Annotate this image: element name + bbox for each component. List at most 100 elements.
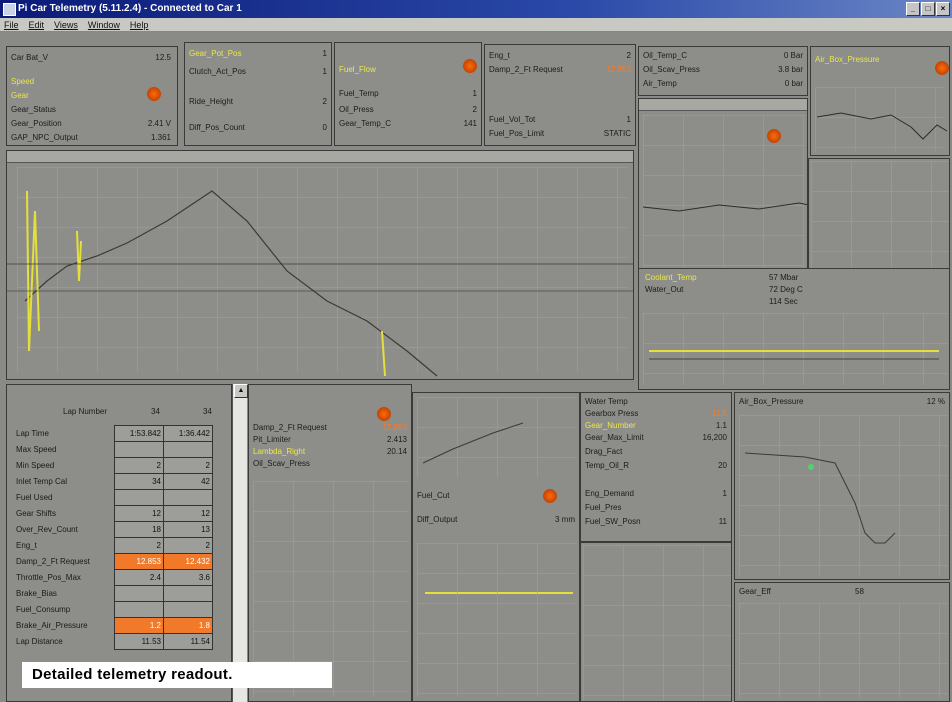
table-row: Max Speed: [14, 441, 213, 458]
row-label: Lap Distance: [16, 637, 63, 646]
row-label: Gear_Temp_C: [339, 119, 392, 128]
row-value: 2: [626, 51, 631, 60]
row-label: Gear_Position: [11, 119, 62, 128]
mini-trace: [816, 112, 948, 140]
row-value: 0 Bar: [783, 51, 803, 60]
row-label: Fuel_Consump: [16, 605, 71, 614]
panel-bottom-mid-1[interactable]: Damp_2_Ft Request 12.853 Pit_Limiter 2.4…: [248, 384, 412, 702]
panel-bottom-mid-3[interactable]: Water Temp Gearbox Press 11.5 Gear_Numbe…: [580, 392, 732, 542]
scroll-up-arrow[interactable]: ▲: [234, 384, 248, 398]
row-label: Lap Time: [16, 429, 49, 438]
row-label: Inlet Temp Cal: [16, 477, 67, 486]
row-label: Damp_2_Ft Request: [489, 65, 563, 74]
row-value-lap1: 1:53.842: [114, 425, 164, 442]
row-value-lap1: [114, 489, 164, 506]
graph-grid: [811, 161, 949, 277]
menu-window[interactable]: Window: [88, 18, 120, 31]
lap-table: Lap Time 1:53.842 1:36.442 Max Speed Min Spe…: [14, 425, 213, 650]
title-bar: Pi Car Telemetry (5.11.2.4) - Connected …: [0, 0, 952, 18]
table-row: Gear Shifts 12 12: [14, 505, 213, 522]
row-value: 12.5: [155, 53, 171, 62]
row-label: Temp_Oil_R: [585, 461, 630, 470]
row-label: Fuel_Vol_Tot: [489, 115, 536, 124]
row-label: Diff_Pos_Count: [189, 123, 245, 132]
row-label: Fuel_Pos_Limit: [489, 129, 545, 138]
row-value-lap1: 2: [114, 457, 164, 474]
row-label: Oil_Temp_C: [643, 51, 688, 60]
row-value: 0 bar: [784, 79, 803, 88]
row-value-lap2: 12.432: [163, 553, 213, 570]
row-label: Oil_Press: [339, 105, 374, 114]
minimize-button[interactable]: _: [906, 2, 920, 16]
row-label: Diff_Output: [417, 515, 458, 524]
close-button[interactable]: ×: [936, 2, 950, 16]
row-value-lap1: 1.2: [114, 617, 164, 634]
row-value-lap2: 1:36.442: [163, 425, 213, 442]
maximize-button[interactable]: □: [921, 2, 935, 16]
main-graph-panel[interactable]: [6, 150, 634, 380]
row-value: 2.413: [386, 435, 407, 444]
row-value: 2: [322, 97, 327, 106]
menu-help[interactable]: Help: [130, 18, 149, 31]
window-controls: _ □ ×: [906, 2, 950, 16]
panel-top-mid-2[interactable]: Fuel_Flow Fuel_Temp 1 Oil_Press 2 Gear_T…: [334, 42, 482, 146]
row-label: Clutch_Act_Pos: [189, 67, 246, 76]
row-value: 20.14: [386, 447, 407, 456]
panel-bottom-right-2[interactable]: Gear_Eff 58: [734, 582, 950, 702]
window-title: Pi Car Telemetry (5.11.2.4) - Connected …: [18, 3, 242, 14]
graph-grid: [417, 543, 577, 697]
row-value-lap1: [114, 441, 164, 458]
menu-views[interactable]: Views: [54, 18, 78, 31]
row-label: Drag_Fact: [585, 447, 623, 456]
row-value-lap1: 2.4: [114, 569, 164, 586]
panel-top-right-graph[interactable]: Air_Box_Pressure: [810, 46, 950, 156]
row-label: Eng_t: [489, 51, 510, 60]
row-label: Car Bat_V: [11, 53, 48, 62]
panel-mid-right[interactable]: Coolant_Temp 57 Mbar Water_Out 72 Deg C …: [638, 268, 950, 390]
table-row: Brake_Bias: [14, 585, 213, 602]
row-value: 2: [472, 105, 477, 114]
right-trace: [642, 202, 807, 212]
row-label: Oil_Scav_Press: [643, 65, 700, 74]
menu-edit[interactable]: Edit: [29, 18, 45, 31]
panel-bottom-mid-3-graph[interactable]: [580, 542, 732, 702]
panel-bottom-right[interactable]: Air_Box_Pressure 12 %: [734, 392, 950, 580]
row-label: Damp_2_Ft Request: [16, 557, 90, 566]
vertical-scrollbar[interactable]: ▲: [232, 384, 248, 702]
menu-file[interactable]: File: [4, 18, 19, 31]
row-label: Fuel_Pres: [585, 503, 622, 512]
panel-top-left[interactable]: Car Bat_V 12.5 Speed Gear Gear_Status Ge…: [6, 46, 178, 146]
table-row: Throttle_Pos_Max 2.4 3.6: [14, 569, 213, 586]
panel-mid-right-graph[interactable]: [638, 98, 808, 278]
panel-top-mid-3[interactable]: Eng_t 2 Damp_2_Ft Request 12.853 Fuel_Vo…: [484, 44, 636, 146]
row-value: 141: [463, 119, 477, 128]
row-value-lap1: 12.853: [114, 553, 164, 570]
panel-top-right[interactable]: Oil_Temp_C 0 Bar Oil_Scav_Press 3.8 bar …: [638, 46, 808, 96]
row-value-lap1: 18: [114, 521, 164, 538]
row-label: Fuel_SW_Posn: [585, 517, 641, 526]
row-value: 1.1: [715, 421, 727, 430]
row-value-lap1: 11.53: [114, 633, 164, 650]
row-label: Fuel Used: [16, 493, 53, 502]
row-label: Over_Rev_Count: [16, 525, 78, 534]
row-label: Min Speed: [16, 461, 55, 470]
row-label: Gear_Status: [11, 105, 56, 114]
panel-top-mid-1[interactable]: Gear_Pot_Pos 1 Clutch_Act_Pos 1 Ride_Hei…: [184, 42, 332, 146]
row-label: Max Speed: [16, 445, 57, 454]
row-value: 1: [322, 49, 327, 58]
row-label: Pit_Limiter: [253, 435, 291, 444]
panel-mid-right-graph-2[interactable]: [808, 158, 950, 278]
alert-indicator: [463, 59, 477, 73]
table-row: Lap Distance 11.53 11.54: [14, 633, 213, 650]
row-label: Ride_Height: [189, 97, 234, 106]
row-value: 1: [722, 489, 727, 498]
row-label: Fuel_Temp: [339, 89, 379, 98]
row-label: Gear_Eff: [739, 587, 771, 596]
graph-grid: [583, 545, 731, 701]
row-value-lap2: 11.54: [163, 633, 213, 650]
caption: Detailed telemetry readout.: [22, 662, 332, 688]
panel-bottom-mid-2[interactable]: Fuel_Cut Diff_Output 3 mm: [412, 392, 580, 702]
row-value: 1.361: [150, 133, 171, 142]
main-trace: [7, 190, 633, 377]
lap-number-c1: 34: [151, 407, 160, 416]
